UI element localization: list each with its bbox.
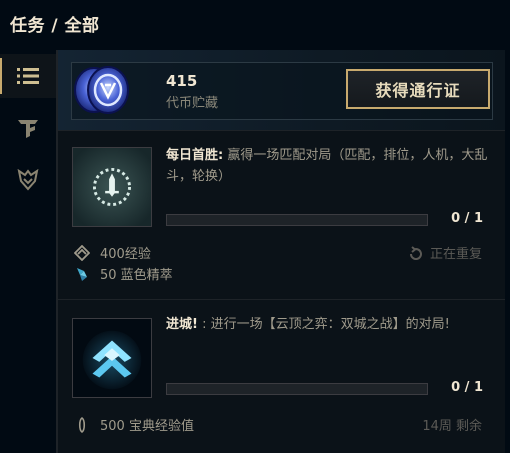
mission-title-bold: 进城! — [166, 317, 198, 332]
token-amount: 415 — [166, 72, 198, 90]
first-win-icon — [72, 147, 152, 227]
token-label: 代币贮藏 — [166, 96, 219, 111]
mission-status: 正在重复 — [408, 243, 482, 262]
scrollbar[interactable] — [505, 50, 510, 453]
token-coin-icon — [74, 66, 129, 114]
reward-text: 500 宝典经验值 — [100, 419, 194, 434]
missions-panel: 415 代币贮藏 获得通行证 每日首胜: 赢得一场匹配对局（匹配，排位，人机，大… — [57, 50, 506, 453]
mission-status-text: 正在重复 — [429, 247, 482, 262]
mission-progress-count: 0 / 1 — [451, 380, 483, 395]
tft-icon — [18, 120, 38, 138]
blue-essence-icon — [77, 267, 87, 281]
city-arrow-icon — [72, 318, 152, 398]
mission-card: 进城! : 进行一场【云顶之弈：双城之战】的对局! 0 / 1 500 宝典经验… — [58, 300, 506, 453]
mission-progress-bar — [166, 383, 428, 395]
experience-icon — [74, 244, 90, 261]
sidebar-item-tft[interactable] — [0, 106, 56, 150]
sidebar-item-event[interactable] — [0, 158, 56, 202]
mission-title: 进城! : 进行一场【云顶之弈：双城之战】的对局! — [166, 314, 496, 335]
reward-text: 400经验 — [100, 247, 151, 262]
reward-item: 400经验 — [74, 243, 151, 262]
mission-progress-count: 0 / 1 — [451, 211, 483, 226]
mission-status: 14周 剩余 — [422, 415, 482, 434]
sidebar — [0, 50, 57, 453]
mission-progress-bar — [166, 214, 428, 226]
mission-status-text: 14周 剩余 — [422, 419, 482, 434]
token-card: 415 代币贮藏 获得通行证 — [58, 50, 506, 131]
breadcrumb-title: 任务 / 全部 — [10, 16, 100, 36]
reward-item: 500 宝典经验值 — [74, 415, 194, 434]
mission-card: 每日首胜: 赢得一场匹配对局（匹配，排位，人机，大乱斗，轮换） 0 / 1 40… — [58, 131, 506, 300]
crest-icon — [17, 169, 39, 191]
page-header: 任务 / 全部 — [0, 0, 510, 50]
codex-xp-icon — [78, 416, 86, 433]
mission-title-bold: 每日首胜: — [166, 148, 224, 163]
reward-text: 50 蓝色精萃 — [100, 268, 173, 283]
repeat-icon — [409, 245, 422, 260]
get-pass-button[interactable]: 获得通行证 — [346, 69, 490, 109]
sidebar-item-all-missions[interactable] — [0, 54, 56, 98]
reward-item: 50 蓝色精萃 — [74, 264, 173, 283]
list-icon — [17, 68, 39, 84]
mission-description: : 进行一场【云顶之弈：双城之战】的对局! — [197, 317, 450, 332]
mission-title: 每日首胜: 赢得一场匹配对局（匹配，排位，人机，大乱斗，轮换） — [166, 145, 496, 187]
